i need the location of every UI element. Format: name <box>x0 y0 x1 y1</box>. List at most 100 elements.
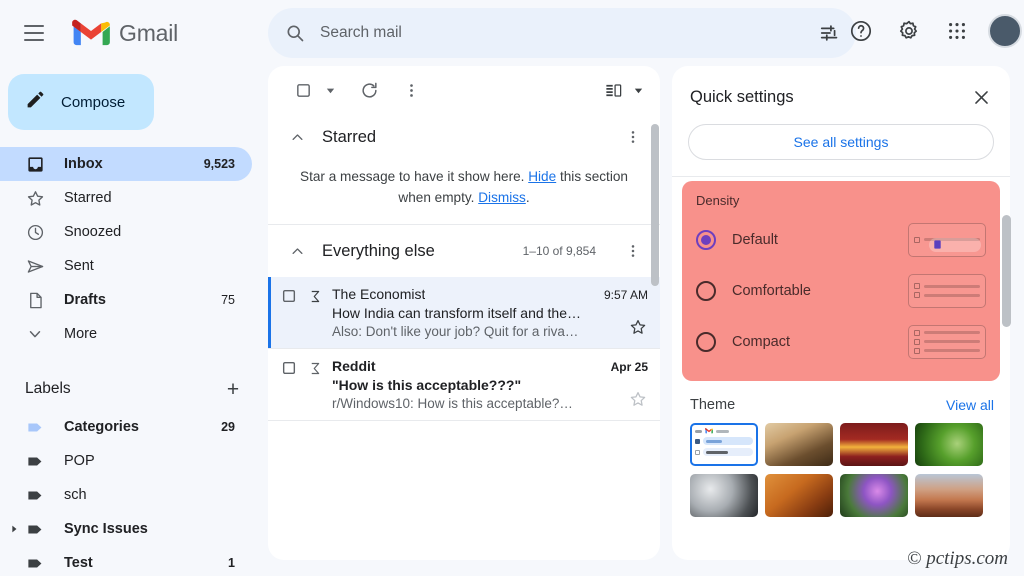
refresh-icon[interactable] <box>354 75 384 105</box>
theme-tile-canyon-river[interactable] <box>915 474 983 517</box>
hide-link[interactable]: Hide <box>528 169 556 184</box>
select-all-checkbox[interactable] <box>288 75 318 105</box>
sidebar-nav: Inbox 9,523 Starred Snoozed <box>0 147 266 351</box>
compose-button[interactable]: Compose <box>8 74 154 130</box>
gmail-wordmark: Gmail <box>119 20 178 47</box>
chevron-up-icon[interactable] <box>288 242 306 260</box>
sidebar-item-snoozed[interactable]: Snoozed <box>0 215 252 249</box>
sidebar-label: Starred <box>64 190 216 206</box>
label-name: Sync Issues <box>64 521 216 537</box>
promotions-icon <box>302 286 328 339</box>
section-more-icon[interactable] <box>620 238 646 264</box>
select-all-chevron-down-icon[interactable] <box>322 82 338 98</box>
density-option-default[interactable]: Default <box>696 214 986 265</box>
theme-tile-autumn-leaves[interactable] <box>765 474 833 517</box>
mail-list-scrollbar[interactable] <box>651 124 659 286</box>
search-input[interactable] <box>320 24 816 42</box>
radio-comfortable[interactable] <box>696 281 716 301</box>
more-options-icon[interactable] <box>396 75 426 105</box>
sidebar-label: Sent <box>64 258 216 274</box>
theme-tile-chess[interactable] <box>765 423 833 466</box>
theme-title: Theme <box>690 397 735 413</box>
chevron-up-icon[interactable] <box>288 128 306 146</box>
section-count: 1–10 of 9,854 <box>523 244 596 258</box>
quick-settings-scrollbar[interactable] <box>1002 215 1011 327</box>
label-tag-icon <box>25 485 45 505</box>
sidebar-count: 75 <box>221 293 235 307</box>
sidebar: Compose Inbox 9,523 Starred <box>0 66 266 576</box>
label-item-sync-issues[interactable]: Sync Issues <box>0 512 252 546</box>
label-item-sch[interactable]: sch <box>0 478 252 512</box>
hamburger-icon[interactable] <box>10 9 58 57</box>
row-date: Apr 25 <box>603 360 648 374</box>
density-option-compact[interactable]: Compact <box>696 316 986 367</box>
label-item-categories[interactable]: Categories 29 <box>0 410 252 444</box>
chevron-down-icon <box>25 324 45 344</box>
labels-list: Categories 29 POP sch <box>0 410 266 576</box>
google-apps-icon[interactable] <box>934 8 980 54</box>
mini-gmail-m-icon <box>705 428 713 434</box>
row-snippet: Also: Don't like your job? Quit for a ri… <box>332 324 648 339</box>
label-tag-icon <box>25 519 45 539</box>
theme-grid <box>672 413 1010 517</box>
density-label: Default <box>732 232 778 248</box>
row-checkbox[interactable] <box>276 286 302 339</box>
theme-tile-gray-bubbles[interactable] <box>690 474 758 517</box>
settings-gear-icon[interactable] <box>886 8 932 54</box>
section-more-icon[interactable] <box>620 124 646 150</box>
compose-label: Compose <box>61 94 125 111</box>
gmail-logo: Gmail <box>72 19 178 48</box>
section-everything-else[interactable]: Everything else 1–10 of 9,854 <box>268 225 660 277</box>
label-name: sch <box>64 487 216 503</box>
sidebar-item-drafts[interactable]: Drafts 75 <box>0 283 252 317</box>
dismiss-link[interactable]: Dismiss <box>478 190 526 205</box>
row-subject: "How is this acceptable???" <box>332 377 648 393</box>
expand-arrow-icon[interactable] <box>8 523 20 535</box>
label-count: 1 <box>228 556 235 570</box>
sidebar-item-more[interactable]: More <box>0 317 252 351</box>
empty-text-part3: . <box>526 190 530 205</box>
label-count: 29 <box>221 420 235 434</box>
star-outline-icon[interactable] <box>628 317 648 337</box>
label-name: POP <box>64 453 216 469</box>
table-row[interactable]: Reddit Apr 25 "How is this acceptable???… <box>268 349 660 420</box>
divider <box>672 176 1010 177</box>
help-icon[interactable] <box>838 8 884 54</box>
theme-tile-red-canyon[interactable] <box>840 423 908 466</box>
sidebar-label: Inbox <box>64 156 185 172</box>
reading-pane-chevron-down-icon[interactable] <box>630 82 646 98</box>
theme-tile-flowers[interactable] <box>840 474 908 517</box>
table-row[interactable]: The Economist 9:57 AM How India can tran… <box>268 277 660 348</box>
sidebar-item-sent[interactable]: Sent <box>0 249 252 283</box>
starred-empty-message: Star a message to have it show here. Hid… <box>268 160 660 225</box>
label-item-test[interactable]: Test 1 <box>0 546 252 576</box>
reading-pane-icon[interactable] <box>598 75 628 105</box>
theme-tile-light-default[interactable] <box>690 423 758 466</box>
pencil-icon <box>25 89 46 115</box>
theme-tile-green-plant[interactable] <box>915 423 983 466</box>
close-icon[interactable] <box>968 84 994 110</box>
sidebar-item-starred[interactable]: Starred <box>0 181 252 215</box>
radio-compact[interactable] <box>696 332 716 352</box>
account-avatar[interactable] <box>988 14 1022 48</box>
star-outline-icon[interactable] <box>628 389 648 409</box>
search-icon[interactable] <box>282 20 308 46</box>
section-starred[interactable]: Starred <box>268 114 660 160</box>
density-option-comfortable[interactable]: Comfortable <box>696 265 986 316</box>
label-tag-icon <box>25 417 45 437</box>
label-item-pop[interactable]: POP <box>0 444 252 478</box>
plus-icon[interactable]: + <box>222 378 244 400</box>
sidebar-label: Drafts <box>64 292 202 308</box>
mail-list-toolbar <box>268 66 660 114</box>
radio-default[interactable] <box>696 230 716 250</box>
view-all-themes-link[interactable]: View all <box>946 397 994 413</box>
sidebar-item-inbox[interactable]: Inbox 9,523 <box>0 147 252 181</box>
star-icon <box>25 188 45 208</box>
search-bar[interactable] <box>268 8 856 58</box>
row-snippet: r/Windows10: How is this acceptable?… <box>332 396 648 411</box>
gmail-app: Gmail <box>0 0 1024 576</box>
see-all-settings-button[interactable]: See all settings <box>688 124 994 160</box>
inbox-icon <box>25 154 45 174</box>
row-checkbox[interactable] <box>276 358 302 411</box>
send-icon <box>25 256 45 276</box>
